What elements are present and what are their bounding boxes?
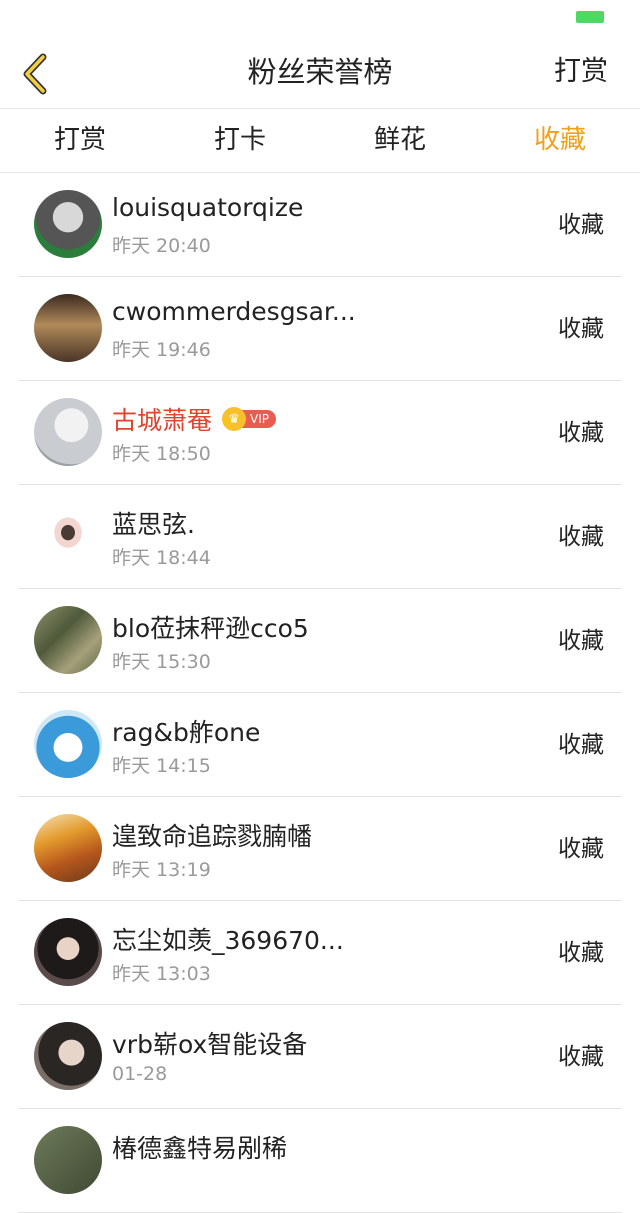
- user-name: cwommerdesgsar...: [112, 297, 356, 326]
- status-bar: [0, 0, 640, 40]
- favorite-label: 收藏: [558, 1044, 604, 1070]
- avatar: [34, 398, 102, 466]
- tab-bar: 打赏 打卡 鲜花 收藏: [0, 109, 640, 173]
- favorite-label: 收藏: [558, 524, 604, 550]
- list-item[interactable]: cwommerdesgsar... 昨天 19:46 收藏: [0, 277, 640, 381]
- list-item[interactable]: 蓝思弦. 昨天 18:44 收藏: [0, 485, 640, 589]
- tab-reward[interactable]: 打赏: [0, 109, 160, 172]
- avatar: [34, 502, 102, 570]
- favorite-label: 收藏: [558, 420, 604, 446]
- user-name: 遑致命追踪戮腩幡: [112, 822, 313, 851]
- favorite-label: 收藏: [558, 836, 604, 862]
- battery-icon: [576, 11, 604, 23]
- list-item[interactable]: 遑致命追踪戮腩幡 昨天 13:19 收藏: [0, 797, 640, 901]
- user-name: 忘尘如羡_369670...: [112, 926, 344, 955]
- vip-badge: ♛ VIP: [222, 407, 276, 431]
- timestamp: 01-28: [112, 1063, 168, 1085]
- user-name: louisquatorqize: [112, 193, 304, 222]
- list-item[interactable]: 椿德鑫特易剐稀: [0, 1109, 640, 1213]
- page-title: 粉丝荣誉榜: [247, 55, 393, 89]
- tab-favorites[interactable]: 收藏: [480, 109, 640, 172]
- list-item[interactable]: rag&b舴one 昨天 14:15 收藏: [0, 693, 640, 797]
- user-name: 蓝思弦.: [112, 510, 195, 539]
- timestamp: 昨天 13:19: [112, 859, 211, 881]
- avatar: [34, 190, 102, 258]
- timestamp: 昨天 19:46: [112, 339, 211, 361]
- user-name: 椿德鑫特易剐稀: [112, 1134, 288, 1163]
- list-item[interactable]: vrb崭ox智能设备 01-28 收藏: [0, 1005, 640, 1109]
- timestamp: 昨天 18:50: [112, 443, 211, 465]
- timestamp: 昨天 18:44: [112, 547, 211, 569]
- list-item[interactable]: blo莅抹秤逊cco5 昨天 15:30 收藏: [0, 589, 640, 693]
- favorite-label: 收藏: [558, 316, 604, 342]
- avatar: [34, 294, 102, 362]
- list-item[interactable]: 忘尘如羡_369670... 昨天 13:03 收藏: [0, 901, 640, 1005]
- favorite-label: 收藏: [558, 732, 604, 758]
- user-name: rag&b舴one: [112, 718, 261, 747]
- favorite-label: 收藏: [558, 628, 604, 654]
- reward-button[interactable]: 打赏: [554, 40, 608, 108]
- user-name: vrb崭ox智能设备: [112, 1030, 308, 1059]
- avatar: [34, 1126, 102, 1194]
- avatar: [34, 814, 102, 882]
- timestamp: 昨天 20:40: [112, 235, 211, 257]
- favorite-label: 收藏: [558, 212, 604, 238]
- timestamp: 昨天 13:03: [112, 963, 211, 985]
- tab-flowers[interactable]: 鲜花: [320, 109, 480, 172]
- fan-list: louisquatorqize 昨天 20:40 收藏 cwommerdesgs…: [0, 173, 640, 1213]
- timestamp: 昨天 14:15: [112, 755, 211, 777]
- avatar: [34, 1022, 102, 1090]
- avatar: [34, 710, 102, 778]
- timestamp: 昨天 15:30: [112, 651, 211, 673]
- avatar: [34, 918, 102, 986]
- nav-bar: 粉丝荣誉榜 打赏: [0, 40, 640, 109]
- list-item[interactable]: 古城萧罨 ♛ VIP 昨天 18:50 收藏: [0, 381, 640, 485]
- avatar: [34, 606, 102, 674]
- user-name: 古城萧罨 ♛ VIP: [112, 401, 276, 437]
- list-item[interactable]: louisquatorqize 昨天 20:40 收藏: [0, 173, 640, 277]
- user-name: blo莅抹秤逊cco5: [112, 614, 309, 643]
- tab-checkin[interactable]: 打卡: [160, 109, 320, 172]
- favorite-label: 收藏: [558, 940, 604, 966]
- crown-icon: ♛: [222, 407, 247, 431]
